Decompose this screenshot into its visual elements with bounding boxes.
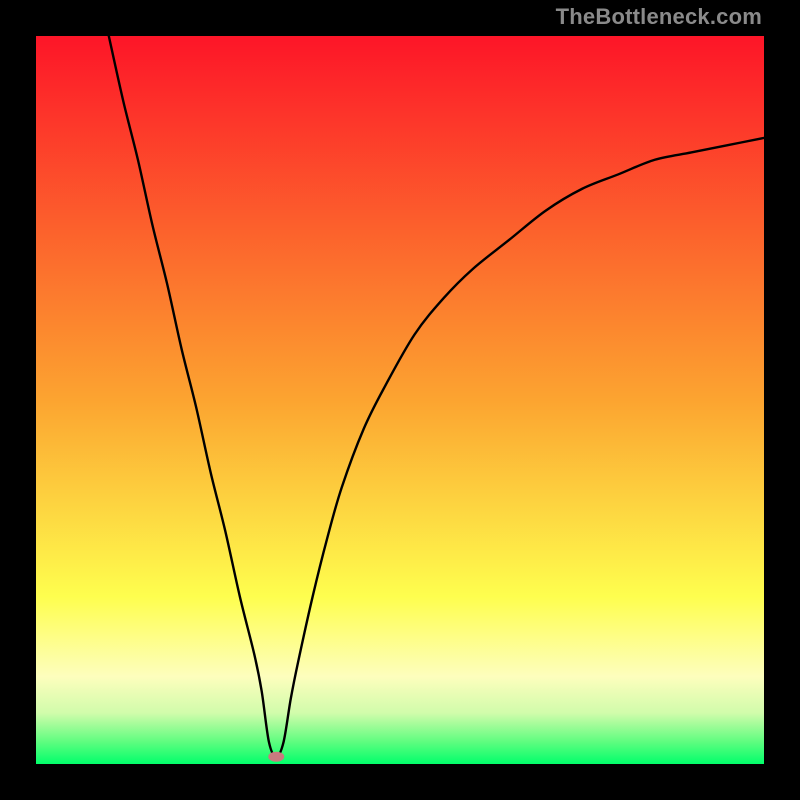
minimum-marker [268, 752, 284, 762]
plot-area [36, 36, 764, 764]
bottleneck-curve [36, 36, 764, 764]
watermark-text: TheBottleneck.com [556, 4, 762, 30]
